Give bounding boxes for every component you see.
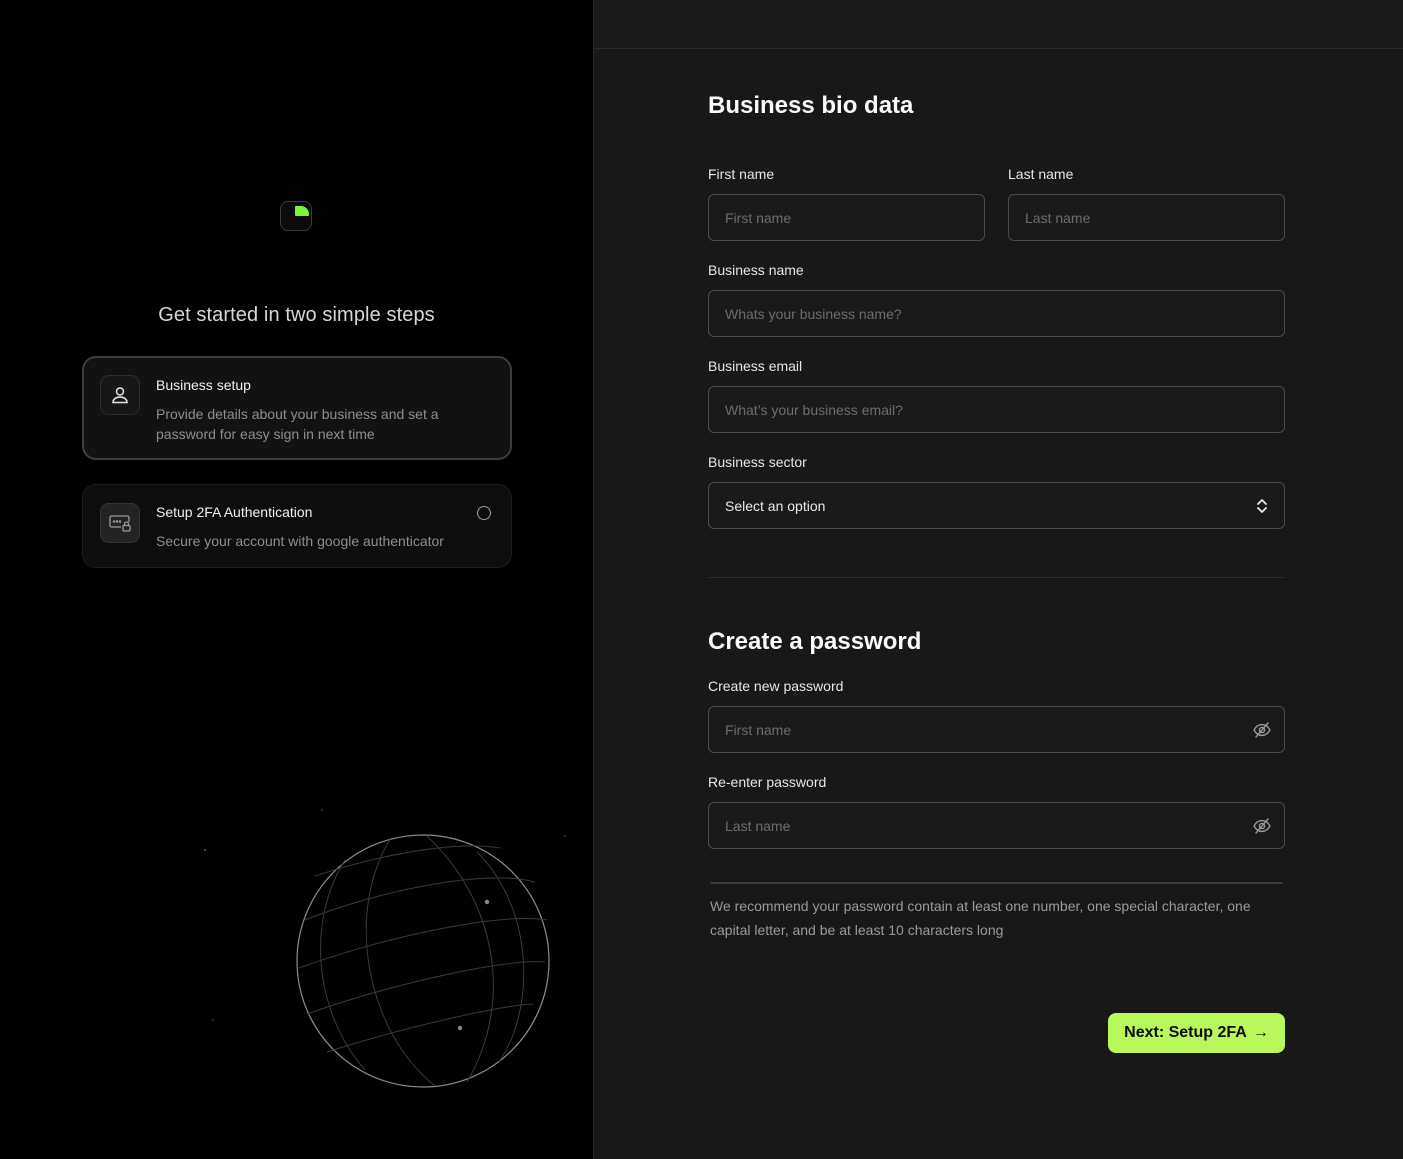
last-name-input[interactable]: Last name (1008, 194, 1285, 241)
step-title: Business setup (156, 377, 251, 393)
section-divider (708, 577, 1285, 578)
arrow-right-icon: → (1252, 1024, 1269, 1041)
logo-mark (295, 206, 309, 216)
app-logo (280, 201, 312, 231)
last-name-placeholder: Last name (1025, 209, 1091, 226)
last-name-label: Last name (1008, 166, 1074, 182)
bio-data-heading: Business bio data (708, 92, 914, 119)
password-strength-bar (710, 882, 1283, 884)
password-lock-icon (100, 503, 140, 543)
next-setup-2fa-button[interactable]: Next: Setup 2FA → (1108, 1013, 1285, 1053)
new-password-label: Create new password (708, 678, 844, 694)
left-panel: Get started in two simple steps Business… (0, 0, 593, 1159)
business-name-placeholder: Whats your business name? (725, 305, 902, 322)
business-email-input[interactable]: What’s your business email? (708, 386, 1285, 433)
business-email-placeholder: What’s your business email? (725, 401, 903, 418)
step-description: Provide details about your business and … (156, 406, 439, 442)
eye-off-icon[interactable] (1252, 817, 1272, 835)
steps-heading: Get started in two simple steps (158, 304, 435, 326)
user-icon (100, 375, 140, 415)
password-heading: Create a password (708, 628, 922, 655)
first-name-placeholder: First name (725, 209, 792, 226)
reenter-password-label: Re-enter password (708, 774, 827, 790)
first-name-label: First name (708, 166, 775, 182)
step-description: Secure your account with google authenti… (156, 533, 444, 549)
eye-off-icon[interactable] (1252, 721, 1272, 739)
step-status-radio (477, 506, 491, 520)
business-name-label: Business name (708, 262, 804, 278)
new-password-placeholder: First name (725, 721, 792, 738)
new-password-input[interactable]: First name (708, 706, 1285, 753)
business-sector-label: Business sector (708, 454, 807, 470)
step-business-setup[interactable]: Business setup Provide details about you… (82, 356, 512, 460)
next-button-label: Next: Setup 2FA (1124, 1024, 1247, 1041)
business-email-label: Business email (708, 358, 803, 374)
reenter-password-placeholder: Last name (725, 817, 791, 834)
onboarding-page: Get started in two simple steps Business… (0, 0, 1403, 1159)
chevron-up-down-icon (1257, 498, 1267, 513)
form-panel: Business bio data First name Last name F… (594, 0, 1403, 1159)
top-bar (594, 0, 1403, 49)
first-name-input[interactable]: First name (708, 194, 985, 241)
business-sector-select[interactable]: Select an option (708, 482, 1285, 529)
business-name-input[interactable]: Whats your business name? (708, 290, 1285, 337)
step-title: Setup 2FA Authentication (156, 504, 313, 520)
step-2fa[interactable]: Setup 2FA Authentication Secure your acc… (82, 484, 512, 568)
reenter-password-input[interactable]: Last name (708, 802, 1285, 849)
password-hint: We recommend your password contain at le… (710, 898, 1251, 938)
globe-illustration (204, 809, 566, 1088)
business-sector-value: Select an option (725, 497, 826, 514)
